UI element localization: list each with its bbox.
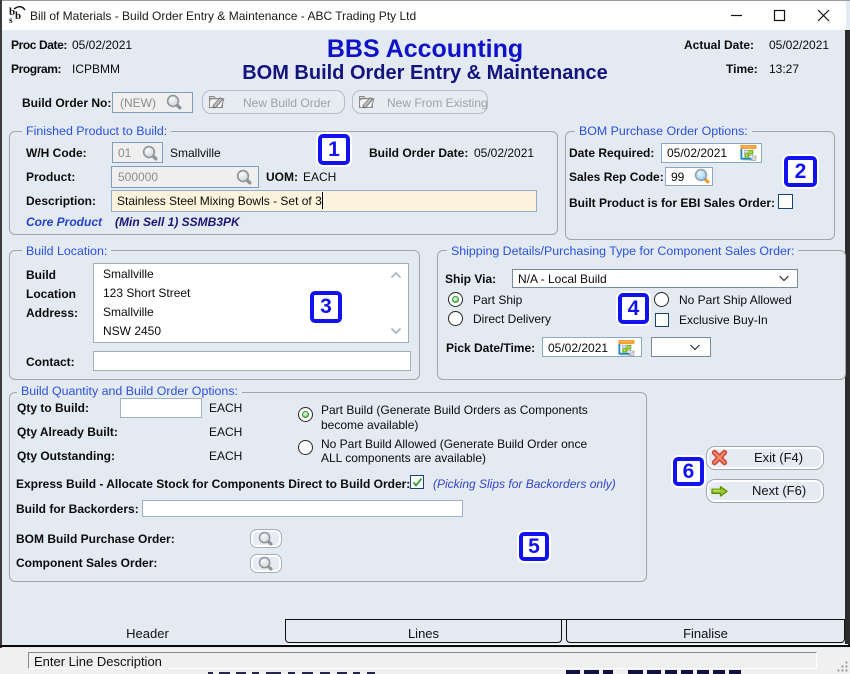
- svg-text:b: b: [15, 10, 21, 22]
- svg-text:s: s: [9, 15, 13, 25]
